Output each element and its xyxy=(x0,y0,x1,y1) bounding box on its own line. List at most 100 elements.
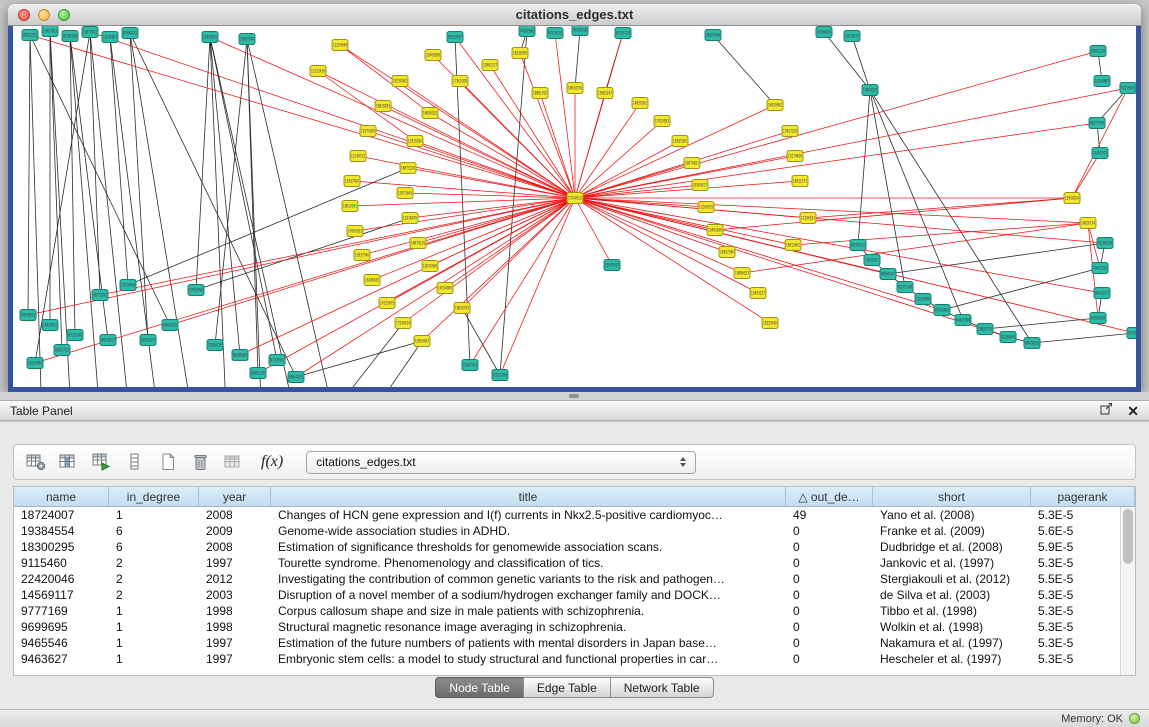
import-table-icon[interactable] xyxy=(222,451,246,473)
graph-node[interactable]: 10853176 xyxy=(977,324,993,335)
graph-node[interactable]: 8742961 xyxy=(269,355,285,366)
graph-node[interactable]: 10238475 xyxy=(844,31,860,42)
table-row[interactable]: 2242004622012Investigating the contribut… xyxy=(14,571,1135,587)
table-options-icon[interactable] xyxy=(24,451,48,473)
graph-node[interactable]: 8964205 xyxy=(162,320,178,331)
graph-node[interactable]: 8642017 xyxy=(1094,288,1110,299)
graph-node[interactable]: 18236509 xyxy=(512,48,528,59)
table-row[interactable]: 969969511998Structural magnetic resonanc… xyxy=(14,619,1135,635)
graph-node[interactable]: 15904367 xyxy=(414,336,430,347)
graph-node[interactable]: 8643059 xyxy=(1024,338,1040,349)
graph-node[interactable]: 16029283 xyxy=(375,101,391,112)
graph-node[interactable]: 9158260 xyxy=(62,31,78,42)
column-header-out_de[interactable]: △ out_de… xyxy=(786,487,873,506)
table-row[interactable]: 946362711997Embryonic stem cells: a mode… xyxy=(14,651,1135,667)
graph-node[interactable]: 9245012 xyxy=(1127,328,1136,339)
graph-node[interactable]: 11873402 xyxy=(82,27,98,38)
graph-node[interactable]: 15982317 xyxy=(482,60,498,71)
table-scrollbar-thumb[interactable] xyxy=(1123,509,1133,564)
graph-node[interactable]: 8850617 xyxy=(100,335,116,346)
graph-node[interactable]: 15683247 xyxy=(597,88,613,99)
graph-node[interactable]: 12125439 xyxy=(310,66,326,77)
graph-node[interactable]: 12045368 xyxy=(422,261,438,272)
graph-node[interactable]: 9462580 xyxy=(955,315,971,326)
graph-node[interactable]: 18670129 xyxy=(410,238,426,249)
graph-node[interactable]: 19610370 xyxy=(567,83,583,94)
table-row[interactable]: 946554611997Estimation of the future num… xyxy=(14,635,1135,651)
graph-node[interactable]: 10236458 xyxy=(120,280,136,291)
graph-node[interactable]: 9024653 xyxy=(20,310,36,321)
graph-node[interactable]: 15958104 xyxy=(1064,193,1080,204)
column-chooser-icon[interactable] xyxy=(57,451,81,473)
graph-node[interactable]: 10475329 xyxy=(1092,263,1108,274)
graph-node[interactable]: 10457823 xyxy=(42,26,58,37)
graph-node[interactable]: 10247365 xyxy=(462,360,478,371)
graph-node[interactable]: 15148712 xyxy=(350,151,366,162)
graph-node[interactable]: 9763450 xyxy=(188,285,204,296)
graph-node[interactable]: 10896523 xyxy=(734,268,750,279)
graph-node[interactable]: 16734980 xyxy=(437,283,453,294)
graph-node[interactable]: 9501723 xyxy=(54,345,70,356)
graph-node[interactable]: 18023541 xyxy=(342,201,358,212)
graph-node[interactable]: 15145457 xyxy=(604,260,620,271)
graph-node[interactable]: 9035672 xyxy=(850,240,866,251)
column-header-pagerank[interactable]: pagerank xyxy=(1031,487,1135,506)
graph-node[interactable]: 9156830 xyxy=(816,27,832,38)
graph-node[interactable]: 16012575 xyxy=(792,176,808,187)
table-row[interactable]: 1456911722003Disruption of a novel membe… xyxy=(14,587,1135,603)
graph-node[interactable]: 10973645 xyxy=(397,188,413,199)
graph-node[interactable]: 10236857 xyxy=(102,32,118,43)
tab-node-table[interactable]: Node Table xyxy=(435,677,524,698)
table-scrollbar[interactable] xyxy=(1120,507,1135,675)
graph-node[interactable]: 9685210 xyxy=(250,368,266,379)
graph-node[interactable]: 8135724 xyxy=(615,28,631,39)
graph-node[interactable]: 9248160 xyxy=(232,350,248,361)
column-header-name[interactable]: name xyxy=(14,487,109,506)
column-header-year[interactable]: year xyxy=(199,487,271,506)
graph-node[interactable]: 8960247 xyxy=(880,269,896,280)
graph-node[interactable]: 10236584 xyxy=(27,358,43,369)
column-header-short[interactable]: short xyxy=(873,487,1031,506)
graph-node[interactable]: 9764031 xyxy=(122,28,138,39)
graph-node[interactable]: 18125436 xyxy=(762,318,778,329)
graph-node[interactable]: 9864025 xyxy=(288,372,304,383)
graph-node[interactable]: 14850362 xyxy=(632,98,648,109)
graph-node[interactable]: 11254949 xyxy=(332,40,348,51)
graph-node[interactable]: 11087265 xyxy=(672,136,688,147)
graph-node[interactable]: 17085913 xyxy=(347,226,363,237)
graph-node[interactable]: 9420586 xyxy=(519,26,535,37)
graph-node[interactable]: 12574309 xyxy=(360,126,376,137)
graph-node[interactable]: 15236870 xyxy=(402,213,418,224)
table-row[interactable]: 1938455462009Genome-wide association stu… xyxy=(14,523,1135,539)
graph-node[interactable]: 10587240 xyxy=(239,34,255,45)
graph-node[interactable]: 15493260 xyxy=(707,225,723,236)
graph-node[interactable]: 17920583 xyxy=(654,116,670,127)
graph-node[interactable]: 12169035 xyxy=(698,202,714,213)
new-document-icon[interactable] xyxy=(156,451,180,473)
table-row[interactable]: 977716911998Corpus callosum shape and si… xyxy=(14,603,1135,619)
graph-node[interactable]: 19337540 xyxy=(354,250,370,261)
graph-node[interactable]: 8927140 xyxy=(1089,118,1105,129)
table-row[interactable]: 1872400712008Changes of HCN gene express… xyxy=(14,507,1135,523)
splitter-grip-icon[interactable] xyxy=(569,394,579,398)
graph-node[interactable]: 15493127 xyxy=(750,288,766,299)
graph-node[interactable]: 18730042 xyxy=(392,76,408,87)
graph-node[interactable]: 17857230 xyxy=(782,126,798,137)
graph-node[interactable]: 9136428 xyxy=(1097,238,1113,249)
graph-node[interactable]: 8731540 xyxy=(67,330,83,341)
table-select-dropdown[interactable]: citations_edges.txt xyxy=(306,451,696,474)
graph-node[interactable]: 18094352 xyxy=(422,108,438,119)
graph-node[interactable]: 9056327 xyxy=(140,335,156,346)
graph-node[interactable]: 19448372 xyxy=(862,85,878,96)
graph-node[interactable]: 16875310 xyxy=(400,163,416,174)
graph-node[interactable]: 8751462 xyxy=(934,305,950,316)
table-function-icon[interactable] xyxy=(90,451,114,473)
fx-button[interactable]: f(x) xyxy=(255,453,289,471)
graph-node[interactable]: 17536104 xyxy=(395,318,411,329)
graph-node[interactable]: 18957340 xyxy=(719,247,735,258)
window-titlebar[interactable]: citations_edges.txt xyxy=(8,4,1141,26)
graph-node[interactable]: 16074821 xyxy=(684,158,700,169)
graph-node[interactable]: 11567024 xyxy=(344,176,360,187)
graph-node[interactable]: 22460958 xyxy=(425,50,441,61)
graph-node[interactable]: 16026734 xyxy=(1080,218,1096,229)
